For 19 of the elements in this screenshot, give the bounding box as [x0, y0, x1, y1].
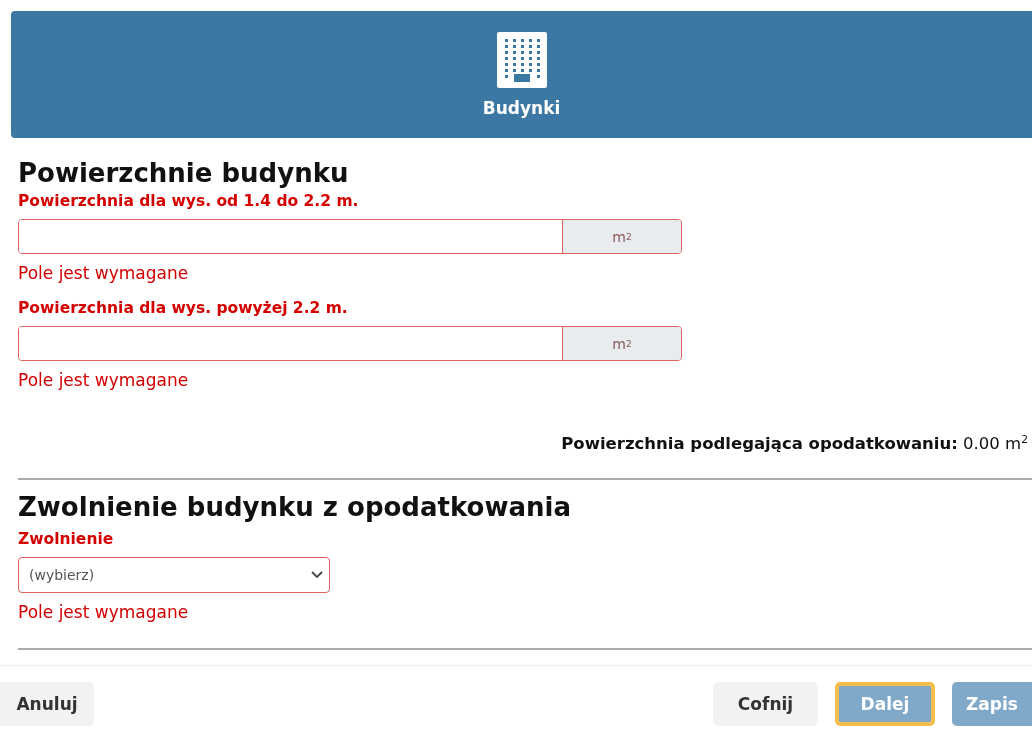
field-label: Zwolnienie [18, 530, 115, 548]
error-message: Pole jest wymagane [18, 263, 190, 283]
error-message: Pole jest wymagane [18, 602, 190, 622]
area-field[interactable]: m$^{2}$ [18, 219, 682, 254]
taxable-area-summary: Powierzchnia podlegająca opodatkowaniu: 0.00 m$^{2}$ [560, 434, 1028, 453]
footer-button[interactable]: Anuluj [0, 682, 94, 726]
building-icon [495, 31, 548, 88]
unit-addon: m$^{2}$ [562, 220, 681, 253]
exemption-select[interactable]: (wybierz) [18, 557, 330, 593]
unit-addon: m$^{2}$ [562, 327, 681, 360]
header-title: Budynki [482, 97, 561, 118]
field-label: Powierzchnia dla wys. od 1.4 do 2.2 m. [18, 192, 360, 210]
section-heading: Powierzchnie budynku [18, 158, 350, 188]
chevron-down-icon [311, 571, 323, 579]
footer-button[interactable]: Cofnij [713, 682, 818, 726]
section-heading: Zwolnienie budynku z opodatkowania [18, 492, 572, 522]
area-field[interactable]: m$^{2}$ [18, 326, 682, 361]
field-label: Powierzchnia dla wys. powyżej 2.2 m. [18, 299, 349, 317]
error-message: Pole jest wymagane [18, 370, 190, 390]
